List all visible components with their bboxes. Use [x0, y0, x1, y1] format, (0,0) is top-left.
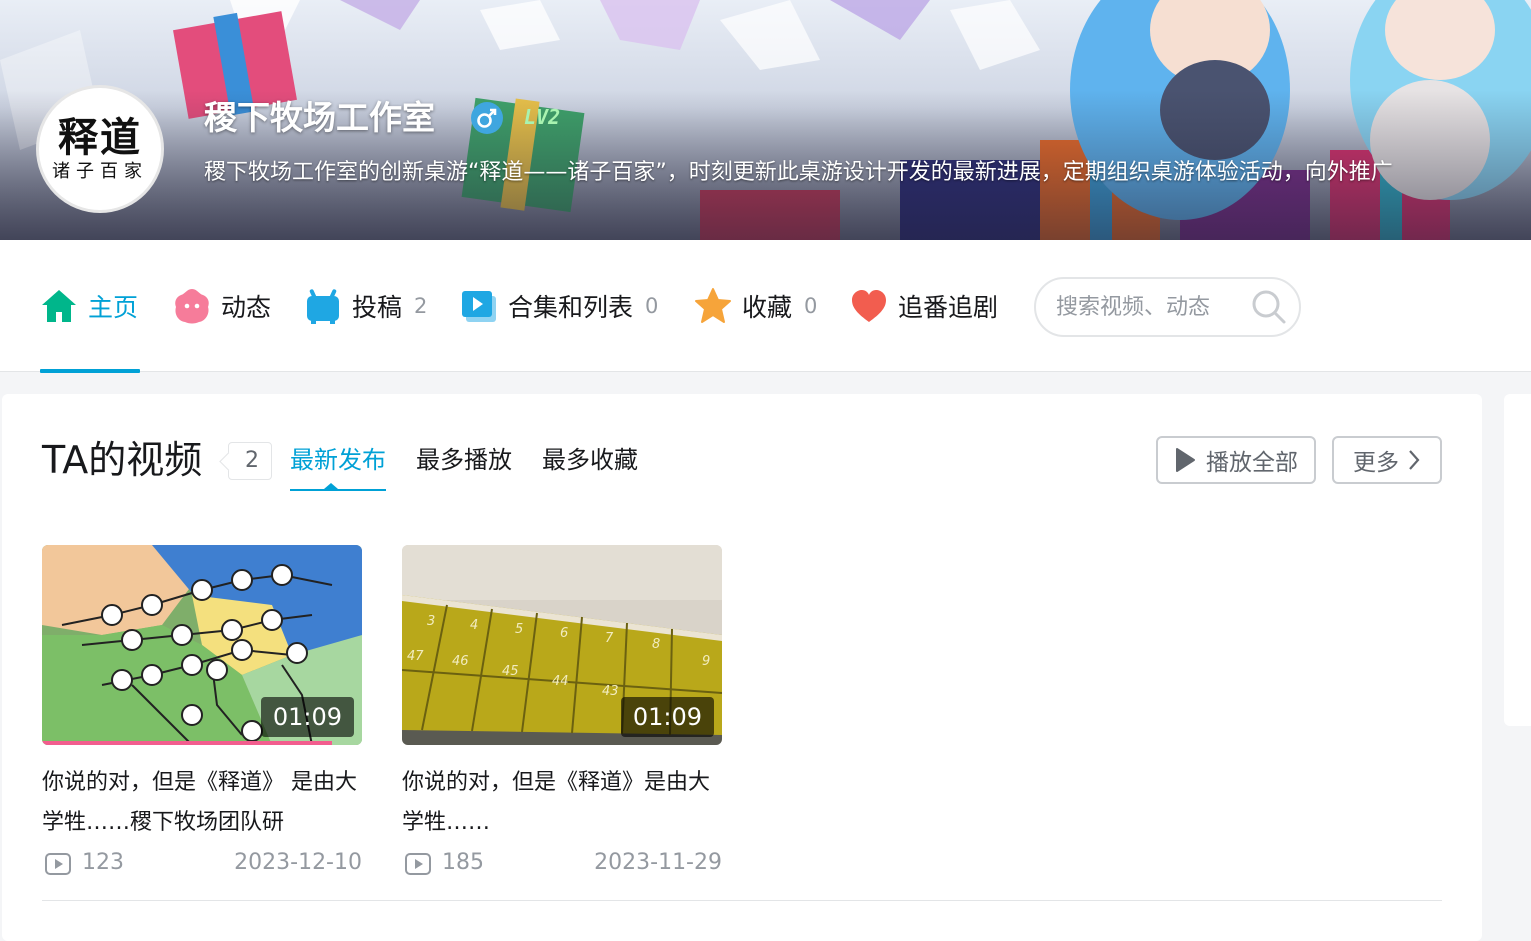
- home-icon: [42, 290, 76, 322]
- profile-nav: 主页 动态 投稿 2 合集和列表 0 收藏 0 追番追剧 搜索视频、动态: [0, 240, 1531, 373]
- user-name: 稷下牧场工作室: [204, 98, 435, 137]
- sort-active-indicator: [290, 489, 386, 491]
- nav-label: 合集和列表: [508, 293, 634, 322]
- section-title: TA的视频: [42, 438, 203, 482]
- nav-count: 2: [414, 294, 428, 318]
- nav-item-uploads[interactable]: 投稿 2: [304, 240, 427, 372]
- video-meta: 123 2023-12-10: [42, 843, 362, 883]
- play-all-label: 播放全部: [1206, 450, 1298, 476]
- svg-text:44: 44: [552, 674, 569, 689]
- svg-text:9: 9: [702, 654, 710, 669]
- svg-text:5: 5: [515, 622, 523, 637]
- video-cover[interactable]: 345 6789 47 46 45 44 43 01:09: [402, 545, 722, 745]
- avatar[interactable]: 释道 诸子百家: [36, 85, 164, 213]
- video-title[interactable]: 你说的对，但是《释道》 是由大学牲……稷下牧场团队研: [42, 763, 362, 843]
- video-meta: 185 2023-11-29: [402, 843, 722, 883]
- star-icon: [695, 288, 731, 323]
- play-count: 185: [442, 850, 484, 875]
- search-icon[interactable]: [1249, 287, 1289, 327]
- upload-date: 2023-11-29: [594, 850, 722, 875]
- video-card[interactable]: 01:09 你说的对，但是《释道》 是由大学牲……稷下牧场团队研 123 202…: [42, 545, 362, 883]
- nav-label: 收藏: [742, 293, 793, 322]
- heart-icon: [852, 290, 886, 322]
- play-count-icon: [405, 853, 431, 875]
- videos-section: TA的视频 2 最新发布 最多播放 最多收藏 播放全部 更多 01:09 你说的…: [2, 394, 1482, 941]
- svg-text:8: 8: [652, 637, 660, 652]
- svg-text:43: 43: [602, 684, 619, 699]
- video-card[interactable]: 345 6789 47 46 45 44 43 01:09 你说的对，但是《释道》是由…: [402, 545, 722, 883]
- svg-text:45: 45: [502, 664, 519, 679]
- sort-tab-most-favorited[interactable]: 最多收藏: [542, 442, 638, 478]
- collection-icon: [462, 291, 496, 322]
- play-icon: [1176, 448, 1195, 472]
- nav-label: 投稿: [352, 293, 403, 322]
- more-label: 更多: [1353, 450, 1399, 476]
- play-all-button[interactable]: 播放全部: [1156, 436, 1316, 484]
- video-title[interactable]: 你说的对，但是《释道》是由大学牲……: [402, 763, 722, 843]
- video-count-badge: 2: [228, 442, 272, 480]
- svg-text:4: 4: [470, 618, 478, 633]
- sort-caret: [324, 483, 338, 489]
- nav-count: 0: [804, 294, 818, 318]
- section-divider: [42, 900, 1442, 901]
- nav-label: 追番追剧: [898, 293, 999, 322]
- chevron-right-icon: [1409, 450, 1420, 470]
- nav-active-indicator: [40, 369, 140, 373]
- tv-icon: [307, 289, 339, 324]
- video-duration: 01:09: [620, 697, 714, 737]
- nav-item-bangumi[interactable]: 追番追剧: [850, 240, 998, 372]
- svg-text:46: 46: [452, 654, 469, 669]
- profile-banner: 释道 诸子百家 稷下牧场工作室 LV2 稷下牧场工作室的创新桌游“释道——诸子百…: [0, 0, 1531, 240]
- dynamic-icon: [175, 289, 209, 324]
- nav-label: 动态: [221, 293, 272, 322]
- nav-item-dynamic[interactable]: 动态: [173, 240, 271, 372]
- sort-tab-latest[interactable]: 最新发布: [290, 442, 386, 478]
- search-input[interactable]: [1056, 294, 1246, 320]
- svg-text:47: 47: [407, 649, 424, 664]
- more-button[interactable]: 更多: [1332, 436, 1442, 484]
- nav-item-home[interactable]: 主页: [40, 240, 138, 372]
- avatar-text-main: 释道: [58, 114, 142, 161]
- level-badge: LV2: [524, 105, 561, 129]
- svg-text:3: 3: [427, 614, 435, 629]
- avatar-text-sub: 诸子百家: [52, 161, 148, 182]
- nav-count: 0: [645, 294, 659, 318]
- user-signature: 稷下牧场工作室的创新桌游“释道——诸子百家”，时刻更新此桌游设计开发的最新进展，…: [204, 160, 1393, 185]
- side-panel: [1504, 394, 1531, 726]
- video-cover[interactable]: 01:09: [42, 545, 362, 745]
- upload-date: 2023-12-10: [234, 850, 362, 875]
- nav-item-collections[interactable]: 合集和列表 0: [460, 240, 658, 372]
- play-count: 123: [82, 850, 124, 875]
- male-icon: [471, 102, 503, 134]
- svg-text:6: 6: [560, 626, 568, 641]
- video-duration: 01:09: [260, 697, 354, 737]
- search-box: [1034, 277, 1301, 337]
- nav-label: 主页: [88, 293, 139, 322]
- sort-tab-most-played[interactable]: 最多播放: [416, 442, 512, 478]
- svg-text:7: 7: [605, 631, 614, 646]
- nav-item-favorites[interactable]: 收藏 0: [694, 240, 817, 372]
- play-count-icon: [45, 853, 71, 875]
- watch-progress-bar: [42, 741, 332, 745]
